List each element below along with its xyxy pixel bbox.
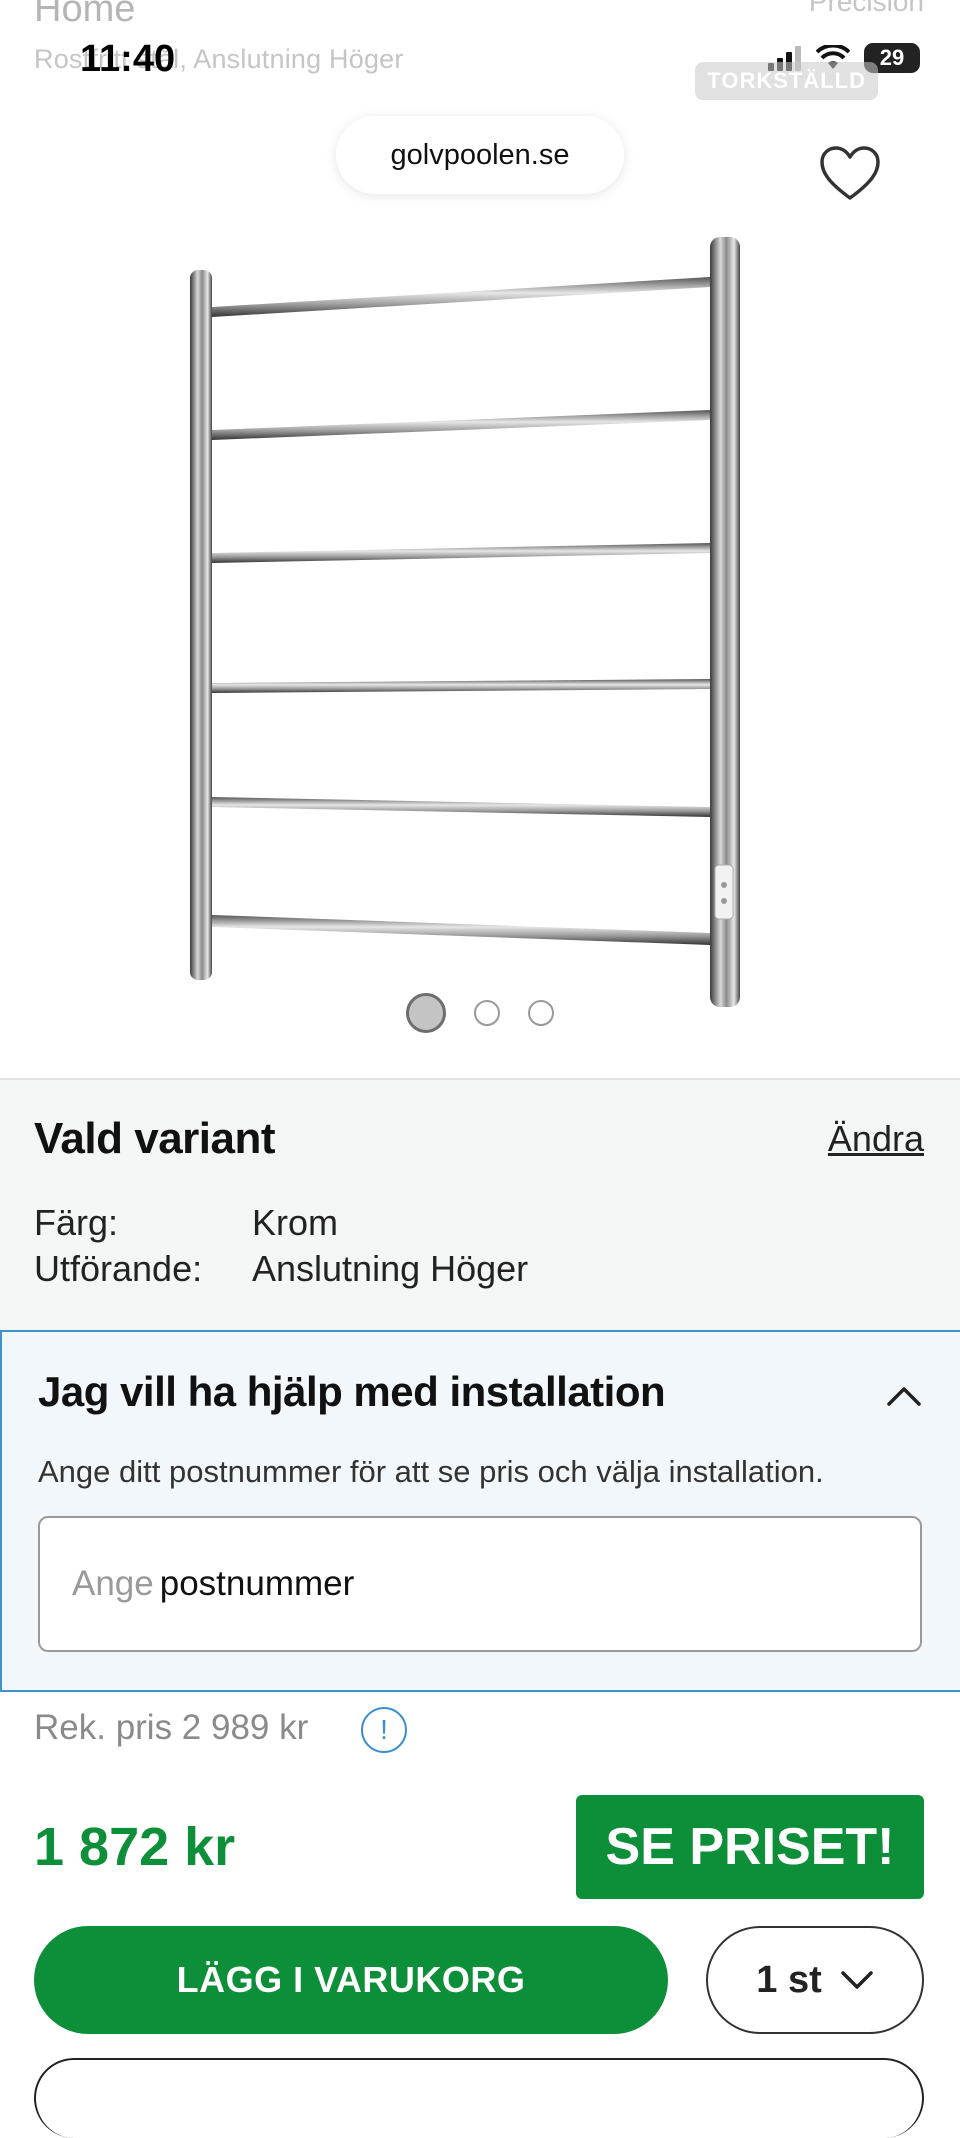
recommended-price: Rek. pris 2 989 kr bbox=[34, 1708, 309, 1747]
url-bar[interactable]: golvpoolen.se bbox=[336, 116, 624, 194]
postal-code-value: postnummer bbox=[159, 1564, 355, 1603]
info-icon[interactable]: ! bbox=[361, 1707, 407, 1753]
installation-title[interactable]: Jag vill ha hjälp med installation bbox=[38, 1368, 666, 1416]
heart-icon[interactable] bbox=[818, 144, 882, 204]
quantity-select[interactable]: 1 st bbox=[706, 1926, 924, 2034]
variant-model-row: Utförande: Anslutning Höger bbox=[34, 1248, 528, 1290]
variant-title: Vald variant bbox=[34, 1114, 276, 1163]
selected-variant-panel: Vald variant Ändra Färg: Krom Utförande: A… bbox=[0, 1078, 960, 1330]
postal-code-placeholder: Ange bbox=[72, 1564, 154, 1603]
add-to-cart-button[interactable]: LÄGG I VARUKORG bbox=[34, 1926, 668, 2034]
tag-badge: TORKSTÄLLD bbox=[695, 62, 878, 100]
change-variant-link[interactable]: Ändra bbox=[828, 1118, 924, 1160]
gallery-dot-1[interactable] bbox=[406, 993, 446, 1033]
header-text-behind: Precision bbox=[808, 0, 924, 17]
gallery-dot-3[interactable] bbox=[528, 1000, 554, 1026]
gallery-dot-2[interactable] bbox=[474, 1000, 500, 1026]
variant-color-row: Färg: Krom bbox=[34, 1202, 338, 1244]
page-heading-behind: Home bbox=[34, 0, 136, 30]
price: 1 872 kr bbox=[34, 1817, 236, 1877]
model-value: Anslutning Höger bbox=[252, 1248, 529, 1289]
color-value: Krom bbox=[252, 1202, 339, 1243]
color-label: Färg: bbox=[34, 1202, 119, 1243]
status-bar: Home Rostfritt stål, Anslutning Höger Pr… bbox=[0, 0, 960, 110]
clock: 11:40 bbox=[80, 38, 176, 80]
chevron-down-icon bbox=[840, 1971, 873, 1989]
product-image[interactable] bbox=[170, 225, 770, 1015]
postal-code-input[interactable]: Ange postnummer bbox=[38, 1516, 922, 1652]
status-icons: TORKSTÄLLD 29 bbox=[695, 36, 920, 100]
installation-panel: Jag vill ha hjälp med installation Ange … bbox=[0, 1330, 960, 1692]
quantity-value: 1 st bbox=[756, 1958, 822, 2001]
chevron-up-icon[interactable] bbox=[886, 1384, 922, 1408]
secondary-button[interactable] bbox=[34, 2058, 924, 2138]
gallery-pagination bbox=[0, 993, 960, 1033]
model-label: Utförande: bbox=[34, 1248, 203, 1289]
installation-description: Ange ditt postnummer för att se pris och… bbox=[38, 1454, 824, 1489]
see-price-button[interactable]: SE PRISET! bbox=[576, 1795, 924, 1899]
